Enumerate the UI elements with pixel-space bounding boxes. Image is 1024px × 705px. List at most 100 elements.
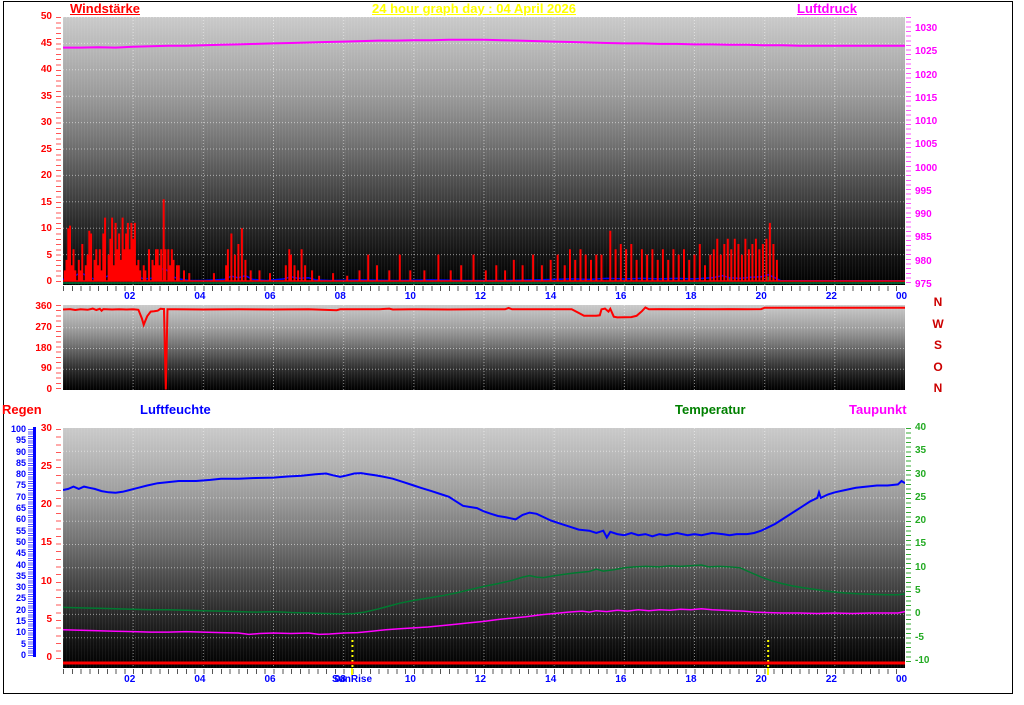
hour-label: 16 [615, 674, 627, 685]
rain-y-axis-ticks [56, 429, 61, 659]
axis-tick-label: 20 [915, 515, 927, 527]
direction-y-axis-labels: 360 270 180 90 0 [24, 302, 52, 395]
dewpoint-label: Taupunkt [849, 402, 907, 417]
axis-tick-label: 0 [46, 651, 52, 663]
humidity-temperature-plot [63, 428, 905, 668]
axis-tick-label: 100 [10, 424, 26, 434]
axis-tick-label: 1020 [915, 69, 938, 81]
hour-label: 04 [194, 291, 206, 302]
axis-tick-label: 20 [40, 170, 52, 181]
hour-label: 16 [615, 291, 627, 302]
pressure-y-axis-ticks [906, 17, 911, 285]
sunrise-label: SunRise [331, 674, 373, 685]
hour-label: 08 [334, 291, 346, 302]
top-hour-labels: 02 04 06 08 10 12 14 16 18 20 22 00 [63, 291, 908, 303]
axis-tick-label: 35 [15, 570, 26, 581]
axis-tick-label: O [933, 359, 943, 374]
hour-label: 18 [685, 674, 697, 685]
hour-label: 14 [545, 291, 557, 302]
humidity-temperature-chart [63, 428, 905, 668]
axis-tick-label: 45 [40, 37, 52, 49]
axis-tick-label: 15 [915, 538, 927, 550]
axis-tick-label: 5 [46, 613, 52, 625]
rain-label: Regen [2, 402, 42, 417]
axis-tick-label: W [932, 316, 944, 331]
wind-pressure-plot [63, 17, 905, 285]
axis-tick-label: 0 [20, 649, 26, 660]
axis-tick-label: 1015 [915, 92, 938, 104]
axis-tick-label: 5 [46, 249, 52, 261]
axis-tick-label: 10 [15, 627, 26, 638]
axis-tick-label: 45 [15, 548, 26, 559]
weather-graph-window: Windstärke 24 hour graph day : 04 April … [0, 0, 1024, 705]
wind-y-axis-labels: 50 45 40 35 30 25 20 15 10 5 0 [24, 12, 52, 287]
pressure-y-axis-labels: 1030 1025 1020 1015 1010 1005 1000 995 990 985 980… [915, 24, 945, 290]
axis-tick-label: 85 [15, 457, 26, 468]
axis-tick-label: 30 [15, 582, 26, 593]
axis-tick-label: 180 [35, 342, 52, 354]
axis-tick-label: 50 [15, 536, 26, 547]
hour-label: 06 [264, 291, 276, 302]
axis-tick-label: 55 [15, 525, 26, 536]
axis-tick-label: 25 [15, 593, 26, 604]
hour-label: 06 [264, 674, 276, 685]
axis-tick-label: 985 [915, 232, 932, 244]
axis-tick-label: 5 [915, 585, 921, 597]
humidity-label: Luftfeuchte [140, 402, 211, 417]
axis-tick-label: 70 [15, 491, 26, 502]
hour-label: 00 [896, 674, 908, 685]
hour-label: 12 [475, 674, 487, 685]
hour-label: 18 [685, 291, 697, 302]
page-title: 24 hour graph day : 04 April 2026 [372, 1, 576, 16]
axis-tick-label: 1030 [915, 23, 938, 34]
axis-tick-label: 30 [40, 117, 52, 128]
hour-label: 10 [404, 674, 416, 685]
axis-tick-label: 25 [915, 491, 927, 503]
hour-label: 04 [194, 674, 206, 685]
wind-direction-plot [63, 305, 905, 390]
axis-tick-label: -10 [915, 654, 930, 666]
pressure-panel-title: Luftdruck [797, 1, 857, 16]
axis-tick-label: 1005 [915, 139, 938, 151]
wind-panel-title: Windstärke [70, 1, 140, 16]
axis-tick-label: 995 [915, 185, 932, 197]
axis-tick-label: 10 [915, 561, 927, 573]
axis-tick-label: 1000 [915, 162, 938, 174]
hour-label: 02 [124, 291, 136, 302]
hour-label: 22 [825, 674, 837, 685]
axis-tick-label: 90 [40, 363, 52, 375]
humidity-y-axis-labels: 100 95 90 85 80 75 70 65 60 55 50 45 40 35 30 25 20 15 10 5… [6, 424, 26, 660]
axis-tick-label: 30 [915, 468, 927, 480]
axis-tick-label: 25 [40, 143, 52, 155]
axis-tick-label: 75 [15, 480, 26, 491]
axis-tick-label: 60 [15, 514, 26, 525]
axis-tick-label: S [933, 338, 942, 352]
axis-tick-label: 80 [15, 469, 26, 480]
wind-direction-chart [63, 305, 905, 390]
axis-tick-label: 980 [915, 255, 932, 267]
axis-tick-label: 95 [15, 435, 26, 446]
axis-tick-label: 270 [35, 321, 52, 333]
axis-tick-label: -5 [915, 631, 924, 643]
axis-tick-label: 20 [15, 604, 26, 615]
humidity-axis-bar [33, 427, 36, 657]
axis-tick-label: 35 [40, 90, 52, 102]
direction-y-axis-ticks [56, 305, 61, 390]
rain-y-axis-labels: 30 25 20 15 10 5 0 [38, 424, 52, 663]
hour-label: 00 [896, 291, 908, 302]
axis-tick-label: 35 [915, 445, 927, 457]
axis-tick-label: 50 [40, 11, 52, 22]
axis-tick-label: 20 [40, 499, 52, 511]
hour-label: 14 [545, 674, 557, 685]
compass-labels: NWSON [928, 296, 948, 394]
axis-tick-label: 0 [46, 384, 52, 395]
axis-tick-label: 15 [40, 537, 52, 549]
axis-tick-label: 40 [40, 64, 52, 75]
hour-label: 02 [124, 674, 136, 685]
axis-tick-label: 40 [15, 559, 26, 570]
axis-tick-label: 25 [40, 461, 52, 473]
axis-tick-label: 0 [915, 608, 921, 620]
axis-tick-label: 360 [35, 301, 52, 312]
axis-tick-label: 40 [915, 422, 927, 433]
hour-label: 20 [755, 674, 767, 685]
